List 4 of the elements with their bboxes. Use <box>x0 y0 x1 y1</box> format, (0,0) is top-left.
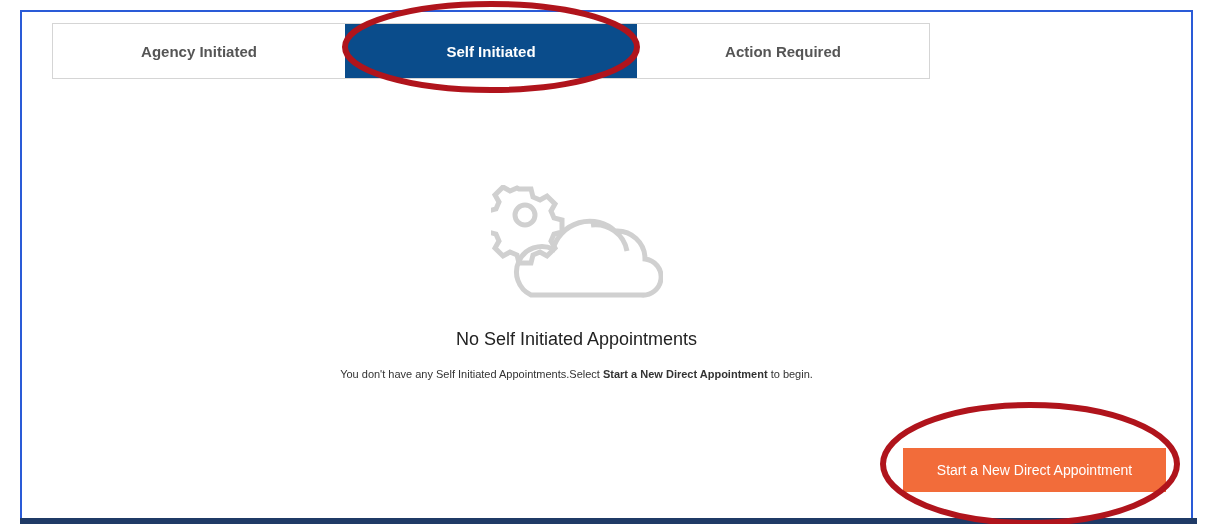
tab[interactable]: Self Initiated <box>345 24 637 78</box>
empty-state-message: You don't have any Self Initiated Appointments.Select Start a New Direct Appointment to begin. <box>340 368 813 380</box>
empty-state-heading: No Self Initiated Appointments <box>455 329 698 350</box>
gear-and-cloud-icon <box>490 185 663 299</box>
